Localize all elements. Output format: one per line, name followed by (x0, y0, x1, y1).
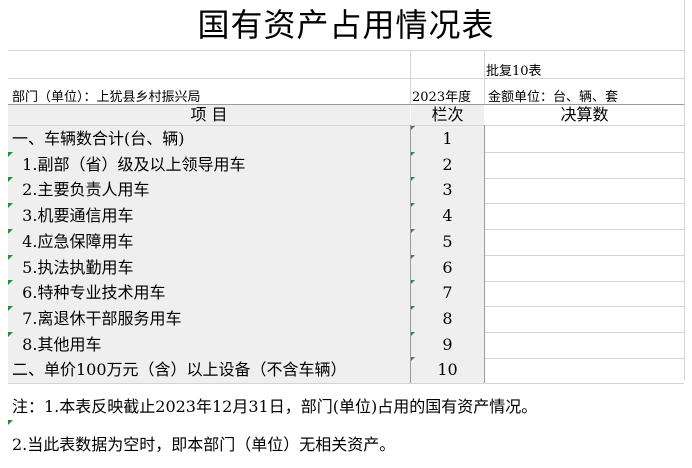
row-label: 1.副部（省）级及以上领导用车 (12, 155, 246, 174)
note-line-1: 注：1.本表反映截止2023年12月31日，部门(单位)占用的国有资产情况。 (12, 397, 538, 416)
row-label: 一、车辆数合计(台、辆) (12, 129, 185, 148)
row-number: 10 (437, 360, 458, 379)
approval-note: 批复10表 (486, 64, 542, 79)
column-header-final: 决算数 (560, 105, 609, 124)
row-label: 5.执法执勤用车 (12, 258, 134, 277)
row-label: 3.机要通信用车 (12, 206, 134, 225)
row-label: 2.主要负责人用车 (12, 180, 150, 199)
row-label: 4.应急保障用车 (12, 232, 134, 251)
page-title: 国有资产占用情况表 (197, 6, 495, 44)
row-number: 6 (442, 258, 453, 277)
row-label: 7.离退休干部服务用车 (12, 309, 182, 328)
unit-label: 金额单位：台、辆、套 (488, 90, 619, 105)
department-label: 部门（单位）：上犹县乡村振兴局 (12, 90, 201, 105)
column-header-row-no: 栏次 (431, 105, 464, 124)
row-number: 1 (442, 129, 453, 148)
row-number: 8 (442, 309, 453, 328)
column-header-item: 项 目 (190, 105, 228, 124)
year-label: 2023年度 (412, 90, 472, 105)
row-number: 9 (442, 335, 453, 354)
row-label: 8.其他用车 (12, 335, 102, 354)
row-number: 4 (442, 206, 453, 225)
row-label: 6.特种专业技术用车 (12, 283, 166, 302)
row-number: 5 (442, 232, 453, 251)
note-line-2: 2.当此表数据为空时，即本部门（单位）无相关资产。 (12, 435, 396, 454)
row-number: 3 (442, 180, 453, 199)
row-number: 2 (442, 155, 453, 174)
row-number: 7 (442, 283, 453, 302)
row-label: 二、单价100万元（含）以上设备（不含车辆） (12, 360, 347, 379)
